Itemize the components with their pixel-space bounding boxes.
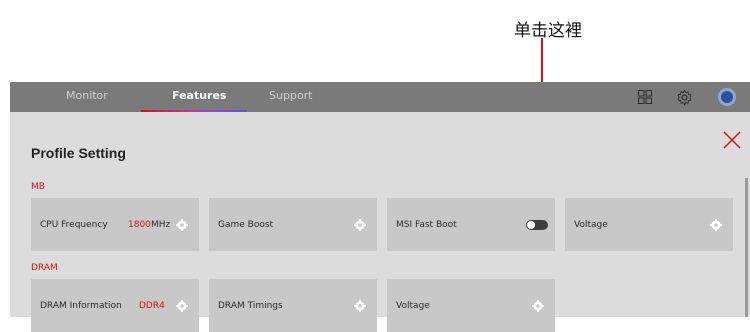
card-label: DRAM Information (40, 301, 122, 311)
card-label: MSI Fast Boot (396, 220, 457, 230)
card-label: Game Boost (218, 220, 274, 230)
card-value: 1800 (128, 220, 151, 230)
card-dram-timings[interactable]: DRAM Timings (209, 279, 377, 332)
card-voltage-mb[interactable]: Voltage (565, 198, 733, 251)
card-value: DDR4 (139, 301, 165, 311)
card-msi-fast-boot[interactable]: MSI Fast Boot (387, 198, 555, 251)
card-cpu-frequency[interactable]: CPU Frequency 1800 MHz (31, 198, 199, 251)
app-window: Monitor Features Support Profile Setting… (10, 82, 750, 332)
card-label: Voltage (574, 220, 608, 230)
gear-icon[interactable] (532, 300, 544, 312)
close-icon[interactable] (722, 130, 742, 150)
card-dram-information[interactable]: DRAM Information DDR4 (31, 279, 199, 332)
gear-icon[interactable] (676, 89, 693, 106)
card-label: CPU Frequency (40, 220, 108, 230)
scrollbar[interactable] (745, 178, 748, 317)
card-voltage-dram[interactable]: Voltage (387, 279, 555, 332)
grid-icon[interactable] (638, 90, 652, 104)
tab-features[interactable]: Features (172, 89, 226, 102)
tab-support[interactable]: Support (269, 89, 312, 102)
tab-monitor[interactable]: Monitor (66, 89, 108, 102)
gear-icon[interactable] (176, 300, 188, 312)
section-label-dram: DRAM (31, 263, 58, 273)
active-tab-indicator (141, 110, 247, 112)
top-navigation-bar: Monitor Features Support (10, 82, 750, 112)
fast-boot-toggle[interactable] (526, 220, 548, 230)
card-unit: MHz (151, 220, 171, 230)
gear-icon[interactable] (354, 300, 366, 312)
gear-icon[interactable] (354, 219, 366, 231)
card-label: Voltage (396, 301, 430, 311)
card-label: DRAM Timings (218, 301, 283, 311)
page-title: Profile Setting (31, 145, 126, 161)
callout-text: 单击这裡 (514, 21, 582, 41)
section-label-mb: MB (31, 182, 45, 192)
gear-icon[interactable] (176, 219, 188, 231)
toggle-knob (527, 221, 535, 229)
card-game-boost[interactable]: Game Boost (209, 198, 377, 251)
gear-icon[interactable] (710, 219, 722, 231)
avatar[interactable] (718, 88, 736, 106)
